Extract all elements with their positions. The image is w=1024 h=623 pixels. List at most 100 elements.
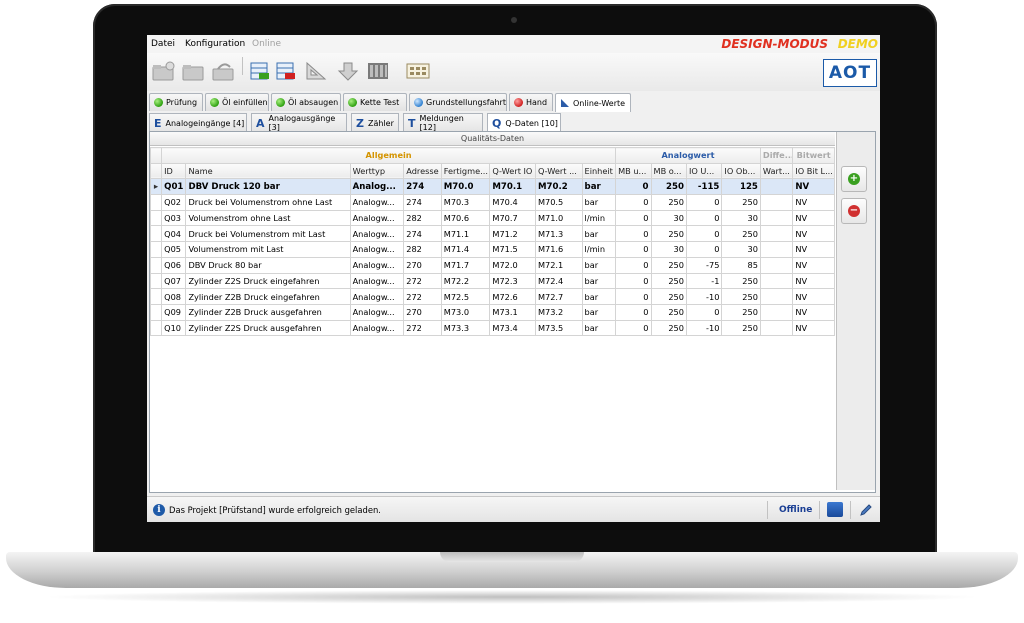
table-cell[interactable]: 272 xyxy=(403,272,442,290)
tab-meldungen[interactable]: T Meldungen [12] xyxy=(403,113,483,132)
column-header[interactable]: IO U... xyxy=(685,162,723,180)
table-cell[interactable]: NV xyxy=(792,241,835,258)
table-cell[interactable]: -115 xyxy=(685,178,723,196)
table-cell[interactable]: Q07 xyxy=(161,272,187,290)
table-cell[interactable]: M70.1 xyxy=(489,178,536,196)
table-cell[interactable]: 272 xyxy=(403,319,442,337)
download-button[interactable] xyxy=(335,59,361,83)
table-cell[interactable] xyxy=(759,209,794,227)
column-header[interactable]: Fertigme... xyxy=(440,162,491,180)
table-row[interactable]: Q02 Druck bei Volumenstrom ohne Last Analo… xyxy=(149,194,835,211)
table-cell[interactable]: Druck bei Volumenstrom mit Last xyxy=(185,225,351,243)
table-cell[interactable]: NV xyxy=(792,303,835,321)
table-cell[interactable]: M72.3 xyxy=(489,272,536,290)
table-cell[interactable]: 250 xyxy=(650,225,687,243)
table-cell[interactable]: Q01 xyxy=(161,178,187,196)
table-cell[interactable]: NV xyxy=(792,225,835,243)
row-indicator[interactable] xyxy=(149,194,163,211)
row-indicator[interactable] xyxy=(149,241,163,258)
table-cell[interactable]: 250 xyxy=(721,288,761,305)
table-cell[interactable]: 0 xyxy=(615,241,652,258)
row-indicator[interactable] xyxy=(149,288,163,305)
table-cell[interactable]: Analogw... xyxy=(349,303,405,321)
table-cell[interactable]: NV xyxy=(792,256,835,274)
table-cell[interactable]: 0 xyxy=(615,225,652,243)
row-indicator[interactable]: ▸ xyxy=(149,178,163,196)
table-cell[interactable]: Zylinder Z2B Druck eingefahren xyxy=(185,288,351,305)
table-cell[interactable]: 0 xyxy=(685,209,723,227)
table-cell[interactable]: 250 xyxy=(721,194,761,211)
column-header[interactable]: MB o... xyxy=(650,162,687,180)
table-cell[interactable]: NV xyxy=(792,209,835,227)
column-header[interactable]: MB u... xyxy=(615,162,652,180)
table-row[interactable]: Q10 Zylinder Z2S Druck ausgefahren Analogw… xyxy=(149,319,835,337)
table-cell[interactable]: Q10 xyxy=(161,319,187,337)
table-cell[interactable]: bar xyxy=(581,256,617,274)
table-row[interactable]: Q08 Zylinder Z2B Druck eingefahren Analogw… xyxy=(149,288,835,305)
table-cell[interactable]: DBV Druck 80 bar xyxy=(185,256,351,274)
table-cell[interactable]: M71.7 xyxy=(440,256,491,274)
row-indicator[interactable] xyxy=(149,209,163,227)
row-indicator[interactable] xyxy=(149,319,163,337)
table-cell[interactable]: 282 xyxy=(403,241,442,258)
table-cell[interactable]: 0 xyxy=(615,256,652,274)
table-cell[interactable]: 0 xyxy=(615,178,652,196)
row-indicator[interactable] xyxy=(149,272,163,290)
table-cell[interactable]: Q05 xyxy=(161,241,187,258)
table-cell[interactable]: M72.4 xyxy=(534,272,583,290)
column-header[interactable]: Adresse xyxy=(403,162,442,180)
table-cell[interactable]: 250 xyxy=(650,272,687,290)
table-cell[interactable]: bar xyxy=(581,319,617,337)
table-cell[interactable]: bar xyxy=(581,303,617,321)
table-cell[interactable]: 0 xyxy=(615,319,652,337)
table-cell[interactable]: M71.1 xyxy=(440,225,491,243)
table-cell[interactable] xyxy=(759,194,794,211)
tab-analogausgaenge[interactable]: A Analogausgänge [3] xyxy=(251,113,347,132)
table-row[interactable]: Q06 DBV Druck 80 bar Analogw... 270 M71.7 M72… xyxy=(149,256,835,274)
tab-grundstellungsfahrt[interactable]: Grundstellungsfahrt xyxy=(409,93,507,111)
table-cell[interactable]: M70.3 xyxy=(440,194,491,211)
table-cell[interactable]: M70.7 xyxy=(489,209,536,227)
table-cell[interactable]: 0 xyxy=(685,194,723,211)
table-cell[interactable]: 274 xyxy=(403,194,442,211)
table-cell[interactable]: Q06 xyxy=(161,256,187,274)
table-row[interactable]: Q07 Zylinder Z2S Druck eingefahren Analogw… xyxy=(149,272,835,290)
table-cell[interactable]: Analogw... xyxy=(349,288,405,305)
table-cell[interactable]: Volumenstrom ohne Last xyxy=(185,209,351,227)
table-cell[interactable]: 0 xyxy=(685,225,723,243)
table-cell[interactable]: M73.0 xyxy=(440,303,491,321)
table-cell[interactable]: Analogw... xyxy=(349,225,405,243)
table-cell[interactable]: 250 xyxy=(650,303,687,321)
table-cell[interactable]: NV xyxy=(792,319,835,337)
table-cell[interactable] xyxy=(759,303,794,321)
row-indicator[interactable] xyxy=(149,225,163,243)
table-cell[interactable]: Analogw... xyxy=(349,256,405,274)
table-cell[interactable] xyxy=(759,256,794,274)
table-row[interactable]: Q04 Druck bei Volumenstrom mit Last Analog… xyxy=(149,225,835,243)
table-cell[interactable]: Druck bei Volumenstrom ohne Last xyxy=(185,194,351,211)
table-cell[interactable]: 250 xyxy=(721,272,761,290)
column-header[interactable]: Q-Wert IO xyxy=(489,162,536,180)
table-cell[interactable]: -75 xyxy=(685,256,723,274)
table-cell[interactable]: Analogw... xyxy=(349,241,405,258)
table-cell[interactable]: 250 xyxy=(650,194,687,211)
table-cell[interactable]: M71.3 xyxy=(534,225,583,243)
table-cell[interactable]: bar xyxy=(581,194,617,211)
table-cell[interactable]: Q08 xyxy=(161,288,187,305)
table-cell[interactable]: M70.0 xyxy=(440,178,491,196)
remove-row-button[interactable] xyxy=(273,59,299,83)
window-icon[interactable] xyxy=(827,502,843,517)
table-cell[interactable]: bar xyxy=(581,178,617,196)
table-cell[interactable]: 272 xyxy=(403,288,442,305)
table-cell[interactable]: M73.2 xyxy=(534,303,583,321)
plc-button[interactable] xyxy=(365,59,391,83)
table-cell[interactable]: 250 xyxy=(721,225,761,243)
table-cell[interactable]: bar xyxy=(581,225,617,243)
table-cell[interactable] xyxy=(759,178,794,196)
table-cell[interactable]: -10 xyxy=(685,288,723,305)
table-cell[interactable]: M72.1 xyxy=(534,256,583,274)
column-header[interactable]: IO Bit L... xyxy=(792,162,835,180)
table-cell[interactable]: -10 xyxy=(685,319,723,337)
table-cell[interactable]: NV xyxy=(792,288,835,305)
table-cell[interactable]: Analogw... xyxy=(349,319,405,337)
